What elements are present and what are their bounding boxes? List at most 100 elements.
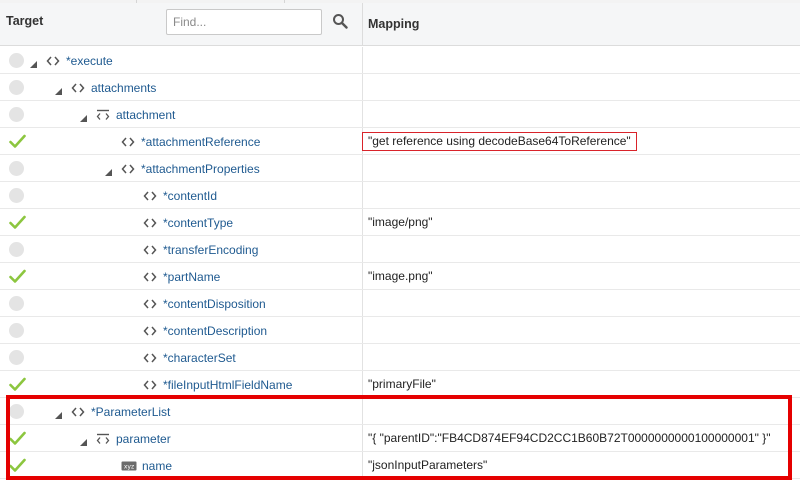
element-icon <box>143 298 157 310</box>
column-divider <box>362 344 363 370</box>
column-divider <box>362 452 363 478</box>
node-label: *transferEncoding <box>163 242 259 257</box>
tree-row[interactable]: *contentDescription <box>0 317 800 344</box>
mapped-check-icon <box>9 377 26 392</box>
tree-row[interactable]: *contentId <box>0 182 800 209</box>
mapped-check-icon <box>9 431 26 446</box>
element-icon <box>143 271 157 283</box>
element-icon <box>71 406 85 418</box>
element-icon <box>121 163 135 175</box>
element-icon <box>121 136 135 148</box>
svg-text:xyz: xyz <box>124 463 134 470</box>
element-icon <box>71 82 85 94</box>
tree-row[interactable]: *transferEncoding <box>0 236 800 263</box>
tree-row[interactable]: xyz name "jsonInputParameters" <box>0 452 800 479</box>
expand-triangle-icon[interactable] <box>80 435 87 446</box>
tree-node[interactable]: *transferEncoding <box>127 236 258 263</box>
target-column-header: Target <box>6 14 44 28</box>
tree-node[interactable]: xyz name <box>105 452 172 479</box>
repeating-element-icon <box>96 433 110 445</box>
repeating-element-icon <box>96 109 110 121</box>
tree-row[interactable]: *contentDisposition <box>0 290 800 317</box>
element-icon <box>46 55 60 67</box>
tree-row[interactable]: attachment <box>0 101 800 128</box>
node-label: *attachmentReference <box>141 134 261 149</box>
tree-node[interactable]: *attachmentProperties <box>105 155 260 182</box>
expand-triangle-icon[interactable] <box>105 165 112 176</box>
tree-node[interactable]: attachments <box>55 74 156 101</box>
unmapped-status-icon <box>9 188 24 203</box>
node-label: parameter <box>116 431 171 446</box>
tree-row[interactable]: *fileInputHtmlFieldName "primaryFile" <box>0 371 800 398</box>
tree-node[interactable]: *execute <box>30 47 113 74</box>
column-divider <box>362 182 363 208</box>
mapping-value[interactable]: "get reference using decodeBase64ToRefer… <box>362 132 637 151</box>
find-input[interactable] <box>166 9 322 35</box>
expand-triangle-icon[interactable] <box>80 111 87 122</box>
tree-row[interactable]: *ParameterList <box>0 398 800 425</box>
column-divider <box>362 236 363 262</box>
node-label: *attachmentProperties <box>141 161 260 176</box>
expand-triangle-icon[interactable] <box>55 84 62 95</box>
node-label: *partName <box>163 269 221 284</box>
column-divider <box>362 209 363 235</box>
column-divider <box>362 74 363 100</box>
node-label: *contentType <box>163 215 234 230</box>
mapping-value[interactable]: "image/png" <box>368 209 433 236</box>
tree-row[interactable]: *contentType "image/png" <box>0 209 800 236</box>
unmapped-status-icon <box>9 296 24 311</box>
tree-node[interactable]: parameter <box>80 425 171 452</box>
tree-node[interactable]: *contentDisposition <box>127 290 266 317</box>
tree-header: Target Mapping <box>0 3 800 46</box>
expand-triangle-icon[interactable] <box>55 408 62 419</box>
tree-node[interactable]: *attachmentReference <box>105 128 260 155</box>
expand-triangle-icon[interactable] <box>30 57 37 68</box>
node-label: *fileInputHtmlFieldName <box>163 377 293 392</box>
tree-row[interactable]: *attachmentProperties <box>0 155 800 182</box>
tree-node[interactable]: *contentDescription <box>127 317 267 344</box>
column-divider <box>362 155 363 181</box>
column-divider <box>362 425 363 451</box>
mapped-check-icon <box>9 269 26 284</box>
tree-node[interactable]: attachment <box>80 101 175 128</box>
column-divider <box>362 101 363 127</box>
search-icon[interactable] <box>332 13 348 29</box>
mapping-value[interactable]: "image.png" <box>368 263 433 290</box>
column-divider <box>362 290 363 316</box>
mapping-value[interactable]: "jsonInputParameters" <box>368 452 487 479</box>
mapping-value[interactable]: "primaryFile" <box>368 371 436 398</box>
tree-node[interactable]: *contentId <box>127 182 217 209</box>
node-label: *contentId <box>163 188 218 203</box>
tree-node[interactable]: *characterSet <box>127 344 236 371</box>
tree-row[interactable]: attachments <box>0 74 800 101</box>
column-divider <box>362 371 363 397</box>
node-label: attachment <box>116 107 176 122</box>
element-icon <box>143 217 157 229</box>
mapped-check-icon <box>9 458 26 473</box>
target-tree: *execute attachments attachment *attachment… <box>0 47 800 479</box>
attribute-icon: xyz <box>121 460 137 472</box>
tree-row[interactable]: *attachmentReference "get reference using… <box>0 128 800 155</box>
unmapped-status-icon <box>9 404 24 419</box>
node-label: *execute <box>66 53 113 68</box>
node-label: *contentDisposition <box>163 296 266 311</box>
tree-row[interactable]: parameter "{ "parentID":"FB4CD874EF94CD2C… <box>0 425 800 452</box>
mapping-value[interactable]: "{ "parentID":"FB4CD874EF94CD2CC1B60B72T… <box>368 425 771 452</box>
unmapped-status-icon <box>9 161 24 176</box>
mapped-check-icon <box>9 134 26 149</box>
tree-row[interactable]: *execute <box>0 47 800 74</box>
tree-node[interactable]: *partName <box>127 263 220 290</box>
element-icon <box>143 379 157 391</box>
column-divider[interactable] <box>362 3 363 46</box>
tree-node[interactable]: *fileInputHtmlFieldName <box>127 371 292 398</box>
tree-row[interactable]: *partName "image.png" <box>0 263 800 290</box>
node-label: *characterSet <box>163 350 236 365</box>
tree-node[interactable]: *ParameterList <box>55 398 170 425</box>
mapped-check-icon <box>9 215 26 230</box>
node-label: *ParameterList <box>91 404 171 419</box>
tree-node[interactable]: *contentType <box>127 209 233 236</box>
tree-row[interactable]: *characterSet <box>0 344 800 371</box>
column-divider <box>362 47 363 73</box>
node-label: *contentDescription <box>163 323 268 338</box>
unmapped-status-icon <box>9 323 24 338</box>
